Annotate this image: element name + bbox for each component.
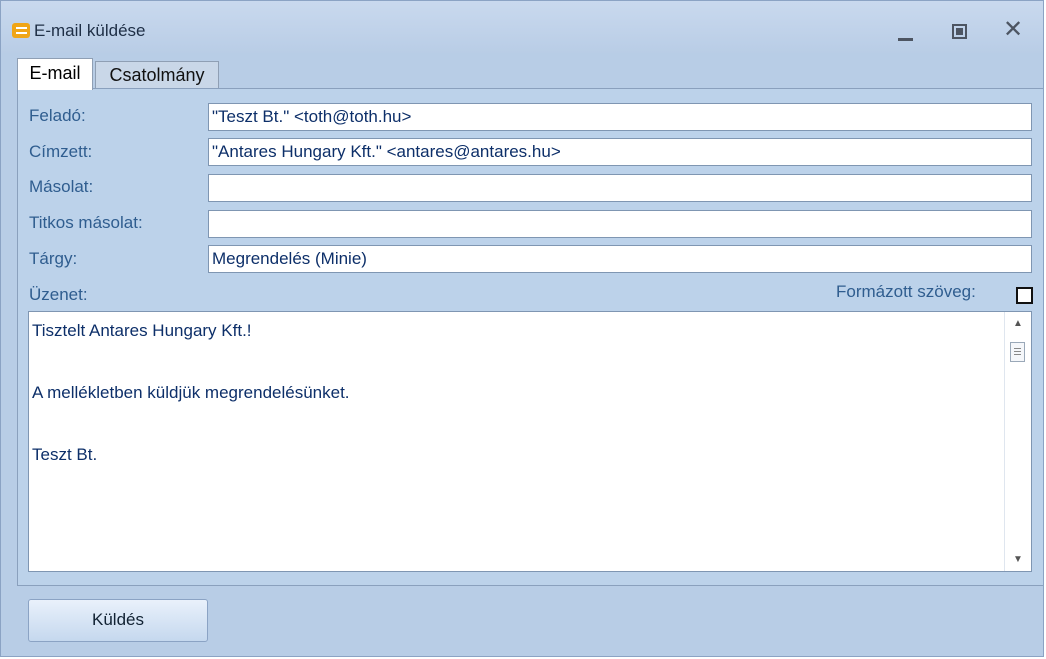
subject-label: Tárgy: <box>29 249 78 268</box>
message-textarea[interactable]: Tisztelt Antares Hungary Kft.! A mellékl… <box>28 311 1032 572</box>
formatted-text-checkbox[interactable] <box>1016 287 1033 304</box>
scroll-thumb[interactable] <box>1010 342 1025 362</box>
recipient-field[interactable]: "Antares Hungary Kft." <antares@antares.… <box>208 138 1032 166</box>
tab-attachment[interactable]: Csatolmány <box>95 61 219 89</box>
minimize-button[interactable] <box>884 15 924 49</box>
bcc-label: Titkos másolat: <box>29 213 143 232</box>
formatted-text-label: Formázott szöveg: <box>836 282 976 301</box>
message-line <box>32 408 1002 439</box>
maximize-icon <box>952 24 967 39</box>
mail-icon <box>12 23 30 38</box>
recipient-label: Címzett: <box>29 142 93 161</box>
scroll-down-arrow-icon[interactable]: ▼ <box>1013 554 1023 565</box>
message-label: Üzenet: <box>29 285 88 304</box>
tab-email[interactable]: E-mail <box>17 58 93 90</box>
minimize-icon <box>898 38 913 41</box>
message-body: Tisztelt Antares Hungary Kft.! A mellékl… <box>32 315 1002 470</box>
message-scrollbar[interactable]: ▲ ▼ <box>1004 312 1031 571</box>
email-form-panel: Feladó: "Teszt Bt." <toth@toth.hu> Címze… <box>17 88 1043 586</box>
maximize-button[interactable] <box>938 15 978 49</box>
message-line: Teszt Bt. <box>32 445 98 464</box>
message-line: A mellékletben küldjük megrendelésünket. <box>32 383 350 402</box>
cc-field[interactable] <box>208 174 1032 202</box>
subject-field[interactable]: Megrendelés (Minie) <box>208 245 1032 273</box>
window-title: E-mail küldése <box>34 21 146 40</box>
sender-field[interactable]: "Teszt Bt." <toth@toth.hu> <box>208 103 1032 131</box>
title-bar: E-mail küldése ✕ <box>1 1 1043 53</box>
close-icon: ✕ <box>1003 16 1024 43</box>
message-line: Tisztelt Antares Hungary Kft.! <box>32 321 252 340</box>
email-window: E-mail küldése ✕ E-mail Csatolmány Felad… <box>0 0 1044 657</box>
cc-label: Másolat: <box>29 177 94 196</box>
bcc-field[interactable] <box>208 210 1032 238</box>
close-button[interactable]: ✕ <box>995 15 1035 49</box>
message-line <box>32 346 1002 377</box>
scroll-up-arrow-icon[interactable]: ▲ <box>1013 318 1023 329</box>
sender-label: Feladó: <box>29 106 86 125</box>
send-button[interactable]: Küldés <box>28 599 208 642</box>
